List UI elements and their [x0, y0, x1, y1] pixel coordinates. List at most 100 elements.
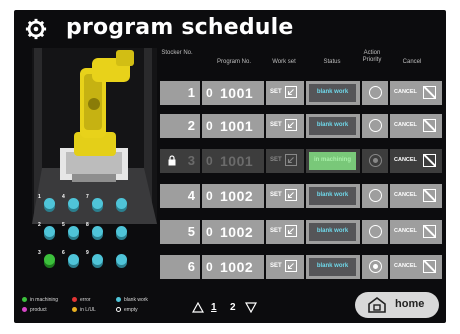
home-icon: [368, 297, 386, 313]
stocker-slot[interactable]: [68, 254, 79, 265]
program-cell[interactable]: 0 1001: [202, 81, 264, 105]
priority-radio[interactable]: [369, 119, 382, 132]
triangle-up-icon[interactable]: [192, 302, 204, 313]
priority-cell[interactable]: [362, 114, 388, 138]
priority-radio[interactable]: [369, 154, 382, 167]
stocker-slot[interactable]: [44, 226, 55, 237]
status-badge: blank work: [309, 117, 356, 135]
stocker-slot[interactable]: [92, 198, 103, 209]
workset-button[interactable]: SET: [266, 184, 304, 208]
priority-radio[interactable]: [369, 86, 382, 99]
program-number: 1002: [220, 224, 254, 240]
legend-blank-work: blank work: [116, 297, 148, 303]
status-cell: blank work: [306, 220, 360, 244]
legend-in-lul: in L/UL: [72, 307, 96, 313]
arrow-box-icon: [285, 225, 297, 237]
legend: in machining error blank work product in…: [22, 297, 192, 321]
stocker-number: 1: [187, 85, 195, 100]
stocker-slot-number: 1: [38, 194, 41, 200]
priority-radio[interactable]: [369, 260, 382, 273]
stocker-slot[interactable]: [92, 254, 103, 265]
program-number: 1002: [220, 259, 254, 275]
workset-button[interactable]: SET: [266, 220, 304, 244]
program-prefix: 0: [206, 86, 213, 100]
table-row[interactable]: 5 0 1002 SET blank work CANCEL: [160, 220, 442, 244]
stocker-slot[interactable]: [44, 254, 55, 265]
triangle-down-icon[interactable]: [245, 302, 257, 313]
workset-button[interactable]: SET: [266, 81, 304, 105]
stocker-cell: 1: [160, 81, 200, 105]
workset-button[interactable]: SET: [266, 114, 304, 138]
cancel-label: CANCEL: [394, 263, 417, 269]
priority-cell[interactable]: [362, 81, 388, 105]
table-row[interactable]: 6 0 1002 SET blank work CANCEL: [160, 255, 442, 279]
cancel-label: CANCEL: [394, 89, 417, 95]
legend-error: error: [72, 297, 91, 303]
stocker-slot-number: 9: [86, 250, 89, 256]
set-label: SET: [270, 228, 282, 234]
stocker-slot[interactable]: [116, 254, 127, 265]
red-dot-icon: [72, 297, 77, 303]
program-cell[interactable]: 0 1001: [202, 149, 264, 173]
arrow-box-icon: [285, 119, 297, 131]
page-1-link[interactable]: 1: [211, 302, 217, 313]
workset-button[interactable]: SET: [266, 149, 304, 173]
priority-cell[interactable]: [362, 220, 388, 244]
cancel-icon: [423, 225, 436, 238]
table-row[interactable]: 2 0 1001 SET blank work CANCEL: [160, 114, 442, 138]
program-cell[interactable]: 0 1001: [202, 114, 264, 138]
stocker-slot-number: 6: [62, 250, 65, 256]
table-row[interactable]: 1 0 1001 SET blank work CANCEL: [160, 81, 442, 105]
home-button[interactable]: home: [355, 292, 439, 318]
cancel-button[interactable]: CANCEL: [390, 114, 442, 138]
status-text: blank work: [316, 192, 349, 198]
page-2-link[interactable]: 2: [230, 302, 236, 313]
stocker-slot[interactable]: [116, 198, 127, 209]
program-prefix: 0: [206, 189, 213, 203]
cancel-button[interactable]: CANCEL: [390, 184, 442, 208]
empty-dot-icon: [116, 307, 121, 313]
priority-radio[interactable]: [369, 225, 382, 238]
stocker-cell: 3: [160, 149, 200, 173]
stocker-slot[interactable]: [68, 198, 79, 209]
program-prefix: 0: [206, 260, 213, 274]
cancel-button[interactable]: CANCEL: [390, 149, 442, 173]
stocker-slot[interactable]: [92, 226, 103, 237]
program-number: 1001: [220, 118, 254, 134]
cancel-button[interactable]: CANCEL: [390, 220, 442, 244]
title-bar: program schedule: [14, 10, 446, 46]
cancel-button[interactable]: CANCEL: [390, 81, 442, 105]
program-cell[interactable]: 0 1002: [202, 255, 264, 279]
cancel-icon: [423, 86, 436, 99]
legend-label: empty: [124, 307, 138, 313]
cancel-button[interactable]: CANCEL: [390, 255, 442, 279]
priority-cell[interactable]: [362, 149, 388, 173]
stocker-slot[interactable]: [44, 198, 55, 209]
green-dot-icon: [22, 297, 27, 303]
legend-label: error: [80, 297, 91, 303]
table-row[interactable]: 4 0 1002 SET blank work CANCEL: [160, 184, 442, 208]
stocker-cell: 4: [160, 184, 200, 208]
status-badge: blank work: [309, 84, 356, 102]
stocker-cell: 5: [160, 220, 200, 244]
workset-button[interactable]: SET: [266, 255, 304, 279]
program-cell[interactable]: 0 1002: [202, 220, 264, 244]
arrow-box-icon: [285, 154, 297, 166]
priority-cell[interactable]: [362, 184, 388, 208]
program-prefix: 0: [206, 119, 213, 133]
status-text: blank work: [316, 122, 349, 128]
stocker-slot[interactable]: [68, 226, 79, 237]
stocker-number: 4: [187, 188, 195, 203]
status-text: in machining: [313, 157, 351, 163]
priority-radio[interactable]: [369, 189, 382, 202]
priority-cell[interactable]: [362, 255, 388, 279]
stocker-slot[interactable]: [116, 226, 127, 237]
status-cell: blank work: [306, 255, 360, 279]
gear-icon[interactable]: [25, 18, 47, 40]
program-cell[interactable]: 0 1002: [202, 184, 264, 208]
status-text: blank work: [316, 263, 349, 269]
stocker-tray: 1 4 7 2 5 8 3 6 9: [36, 188, 148, 301]
table-row[interactable]: 3 0 1001 SET in machining CANCEL: [160, 149, 442, 173]
program-prefix: 0: [206, 154, 213, 168]
cancel-label: CANCEL: [394, 122, 417, 128]
